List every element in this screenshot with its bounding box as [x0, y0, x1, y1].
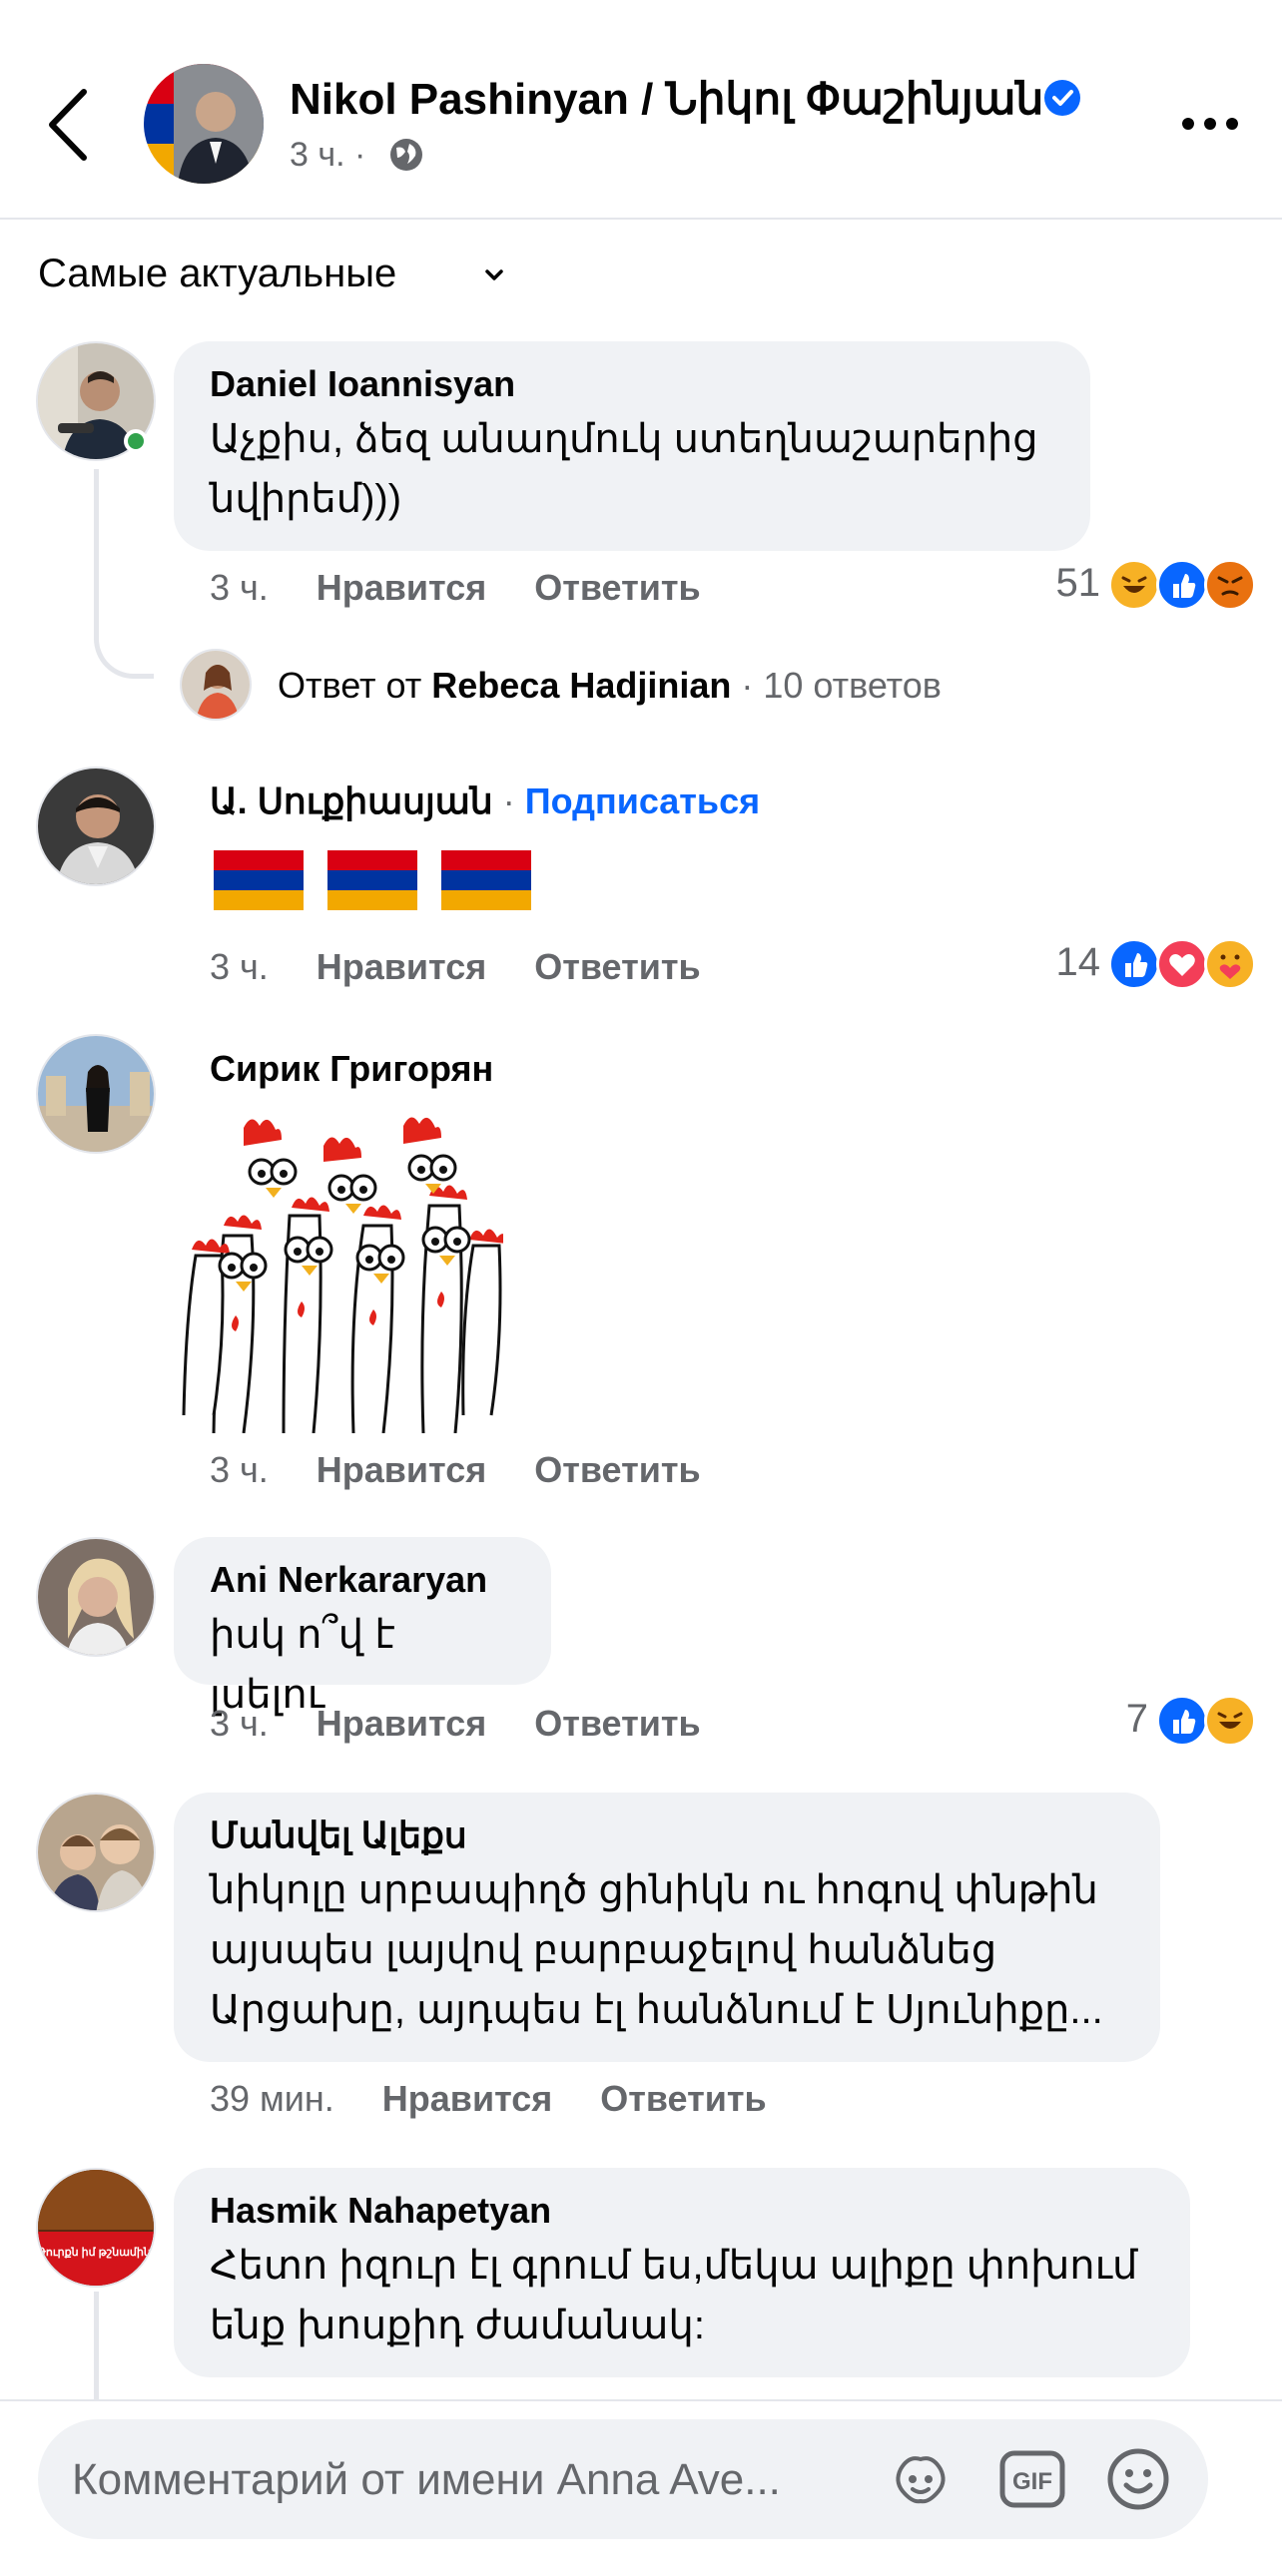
avatar[interactable]	[36, 1034, 156, 1154]
more-options-icon	[1182, 118, 1238, 130]
thread-line	[94, 469, 154, 679]
comment-actions: 39 мин. Нравится Ответить	[210, 2078, 815, 2120]
reactions[interactable]	[1108, 938, 1260, 990]
comment-text: նիկոլը սրբապիղծ ցինիկն ու հոգով փնթին այ…	[210, 1868, 1103, 2032]
online-indicator	[124, 429, 148, 453]
page-title[interactable]: Nikol Pashinyan / Նիկոլ Փաշինյան	[290, 74, 1043, 125]
thread-line	[94, 2292, 104, 2401]
reaction-count[interactable]: 51	[1028, 561, 1101, 606]
like-icon	[1156, 559, 1208, 611]
haha-icon	[1204, 1695, 1256, 1747]
svg-text:GIF: GIF	[1012, 2468, 1052, 2495]
reply-avatar[interactable]	[180, 649, 252, 721]
reply-button[interactable]: Ответить	[600, 2078, 766, 2119]
comment-input-placeholder[interactable]: Комментарий от имени Anna Ave...	[72, 2455, 871, 2505]
like-button[interactable]: Нравится	[317, 1449, 486, 1490]
avatar[interactable]	[36, 767, 156, 886]
comment-bubble: Մանվել Ալեքս նիկոլը սրբապիղծ ցինիկն ու հ…	[174, 1793, 1160, 2062]
care-icon	[1204, 938, 1256, 990]
emoji-icon[interactable]	[1106, 2447, 1170, 2511]
comment-author[interactable]: Ա. Սուքիասյան	[210, 780, 493, 821]
comment-text: Աչքիս, ձեզ անաղմուկ ստեղնաշարերից նվիրեմ…	[210, 417, 1038, 521]
page-avatar[interactable]	[144, 64, 264, 184]
comment-author[interactable]: Մանվել Ալեքս	[210, 1814, 1124, 1856]
top-bar: Nikol Pashinyan / Նիկոլ Փաշինյան 3 ч. ·	[0, 0, 1282, 220]
comment-text: Հետո իզուր էլ գրում ես,մեկա ալիքը փոխում…	[210, 2244, 1138, 2347]
post-time: 3 ч. ·	[290, 136, 366, 174]
avatar[interactable]: Թուրքն իմ թշնամին է	[36, 2168, 156, 2288]
reactions[interactable]	[1108, 559, 1260, 611]
comment-actions: 3 ч. Нравится Ответить	[210, 946, 749, 988]
comment-bubble: Daniel Ioannisyan Աչքիս, ձեզ անաղմուկ ստ…	[174, 341, 1090, 551]
comment-actions: 3 ч. Нравится Ответить	[210, 567, 749, 609]
angry-icon	[1204, 559, 1256, 611]
globe-icon	[387, 136, 425, 174]
reaction-count[interactable]: 7	[1088, 1697, 1148, 1742]
chevron-down-icon[interactable]	[483, 265, 505, 285]
comment-bubble: Hasmik Nahapetyan Հետո իզուր էլ գրում ես…	[174, 2168, 1190, 2377]
comment-actions: 3 ч. Нравится Ответить	[210, 1449, 749, 1491]
comment-author[interactable]: Ani Nerkararyan	[210, 1559, 515, 1601]
like-button[interactable]: Нравится	[317, 567, 486, 608]
like-icon	[1156, 1695, 1208, 1747]
comment-time: 3 ч.	[210, 1449, 269, 1490]
avatar-caption: Թուրքն իմ թշնամին է	[38, 2247, 156, 2259]
comment-header: Ա. Սուքիասյան · Подписаться	[210, 780, 761, 821]
comment-time: 39 мин.	[210, 2078, 334, 2119]
reaction-count[interactable]: 14	[1028, 940, 1101, 985]
reply-button[interactable]: Ответить	[534, 1449, 700, 1490]
comment-time: 3 ч.	[210, 567, 269, 608]
view-replies-link[interactable]: Ответ от Rebeca Hadjinian · 10 ответов	[278, 665, 942, 707]
back-button[interactable]	[40, 80, 100, 170]
haha-icon	[1108, 559, 1160, 611]
like-icon	[1108, 938, 1160, 990]
like-button[interactable]: Нравится	[317, 946, 486, 987]
sticker-image[interactable]	[174, 1116, 507, 1434]
love-icon	[1156, 938, 1208, 990]
reactions[interactable]	[1156, 1695, 1260, 1747]
comment-bubble: Ani Nerkararyan իսկ ո՞վ է լսելու	[174, 1537, 551, 1717]
reply-button[interactable]: Ответить	[534, 1703, 700, 1744]
comment-author[interactable]: Сирик Григорян	[210, 1048, 493, 1090]
comment-author[interactable]: Daniel Ioannisyan	[210, 363, 1054, 405]
avatar[interactable]	[36, 1537, 156, 1657]
comment-time: 3 ч.	[210, 1703, 269, 1744]
comment-author[interactable]: Hasmik Nahapetyan	[210, 2190, 1154, 2232]
avatar-sticker-icon[interactable]	[889, 2447, 953, 2511]
avatar[interactable]	[36, 1793, 156, 1912]
comment-actions: 3 ч. Нравится Ответить	[210, 1703, 749, 1745]
like-button[interactable]: Нравится	[382, 2078, 552, 2119]
follow-button[interactable]: Подписаться	[525, 780, 760, 821]
more-options-button[interactable]	[1178, 104, 1242, 144]
gif-icon[interactable]: GIF	[998, 2447, 1066, 2511]
chevron-left-icon	[49, 89, 87, 161]
sort-dropdown[interactable]: Самые актуальные	[38, 252, 396, 296]
comment-time: 3 ч.	[210, 946, 269, 987]
comment-text: 🇦🇲 🇦🇲 🇦🇲	[210, 846, 549, 916]
reply-button[interactable]: Ответить	[534, 567, 700, 608]
verified-badge-icon	[1042, 78, 1082, 118]
like-button[interactable]: Нравится	[317, 1703, 486, 1744]
reply-button[interactable]: Ответить	[534, 946, 700, 987]
